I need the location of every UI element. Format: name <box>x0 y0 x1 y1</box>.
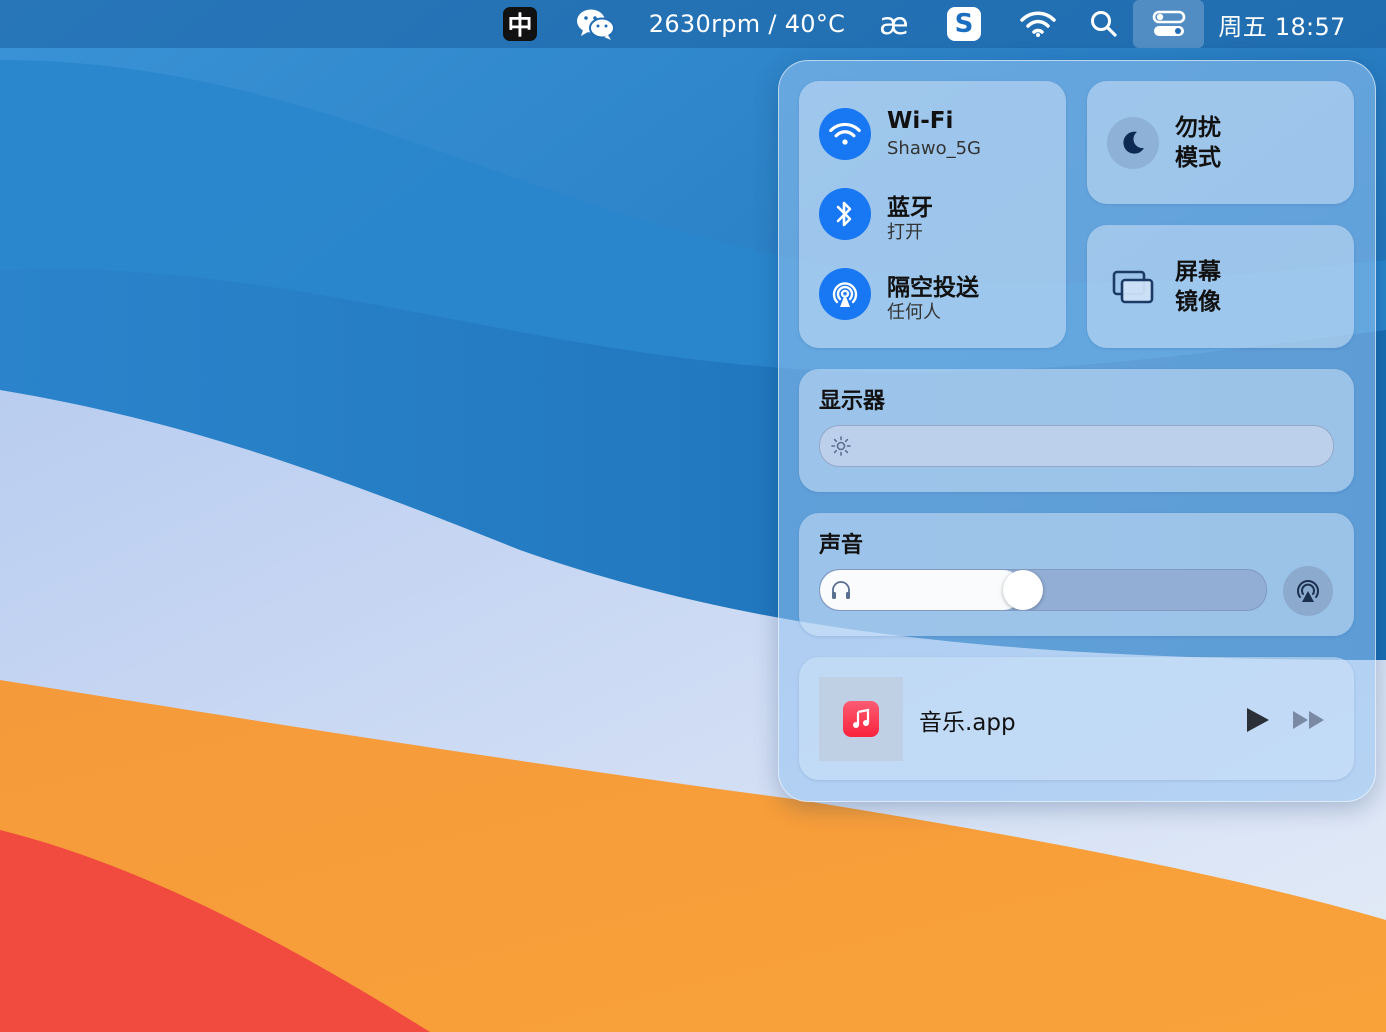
bluetooth-title: 蓝牙 <box>887 195 933 221</box>
music-note-icon <box>843 701 879 737</box>
screen-mirroring-tile[interactable]: 屏幕 镜像 <box>1087 225 1354 348</box>
airdrop-icon[interactable] <box>819 268 871 320</box>
search-icon[interactable] <box>1084 0 1124 48</box>
connectivity-card: Wi-Fi Shawo_5G 蓝牙 打开 隔空投送 任何人 <box>799 81 1066 348</box>
screen-mirroring-line1: 屏幕 <box>1175 259 1221 285</box>
album-art[interactable] <box>819 677 903 761</box>
menu-bar: 中 2630rpm / 40°C æ S 周五 18:57 <box>0 0 1386 48</box>
airdrop-toggle[interactable]: 隔空投送 任何人 <box>819 268 1059 323</box>
now-playing-card: 音乐.app <box>799 657 1354 780</box>
sun-icon <box>831 436 851 456</box>
wifi-network-name: Shawo_5G <box>887 138 981 159</box>
display-title: 显示器 <box>819 389 886 414</box>
bluetooth-toggle[interactable]: 蓝牙 打开 <box>819 188 1059 243</box>
screen-mirroring-icon <box>1107 261 1159 313</box>
airdrop-status: 任何人 <box>887 302 941 323</box>
play-icon[interactable] <box>1243 705 1271 735</box>
volume-slider[interactable] <box>819 569 1267 611</box>
bluetooth-status: 打开 <box>887 222 923 243</box>
do-not-disturb-tile[interactable]: 勿扰 模式 <box>1087 81 1354 204</box>
screen-mirroring-line2: 镜像 <box>1175 289 1221 315</box>
airplay-audio-icon[interactable] <box>1283 566 1333 616</box>
brightness-slider[interactable] <box>819 425 1334 467</box>
fan-temperature-readout[interactable]: 2630rpm / 40°C <box>648 0 846 48</box>
display-card: 显示器 <box>799 369 1354 492</box>
control-center-icon[interactable] <box>1133 0 1204 48</box>
volume-slider-knob[interactable] <box>1003 570 1043 610</box>
do-not-disturb-line1: 勿扰 <box>1175 115 1221 141</box>
now-playing-app: 音乐.app <box>919 710 1016 736</box>
do-not-disturb-line2: 模式 <box>1175 145 1221 171</box>
ae-app-icon[interactable]: æ <box>872 0 916 48</box>
s-app-icon[interactable]: S <box>947 7 981 41</box>
control-center-panel: Wi-Fi Shawo_5G 蓝牙 打开 隔空投送 任何人 勿扰 模式 屏幕 镜… <box>778 60 1376 802</box>
sound-title: 声音 <box>819 533 864 558</box>
wifi-title: Wi-Fi <box>887 108 954 134</box>
input-method-icon[interactable]: 中 <box>503 7 537 41</box>
wechat-icon[interactable] <box>573 0 619 48</box>
fast-forward-icon[interactable] <box>1291 709 1327 731</box>
menu-bar-clock[interactable]: 周五 18:57 <box>1212 0 1352 48</box>
headphones-icon <box>832 581 850 599</box>
airdrop-title: 隔空投送 <box>887 275 979 301</box>
moon-icon <box>1107 117 1159 169</box>
sound-card: 声音 <box>799 513 1354 636</box>
wifi-toggle[interactable]: Wi-Fi Shawo_5G <box>819 108 1059 162</box>
bluetooth-icon[interactable] <box>819 188 871 240</box>
desktop: 中 2630rpm / 40°C æ S 周五 18:57 Wi-Fi Shaw… <box>0 0 1386 1032</box>
wifi-icon[interactable] <box>819 108 871 160</box>
wifi-icon[interactable] <box>1016 0 1060 48</box>
